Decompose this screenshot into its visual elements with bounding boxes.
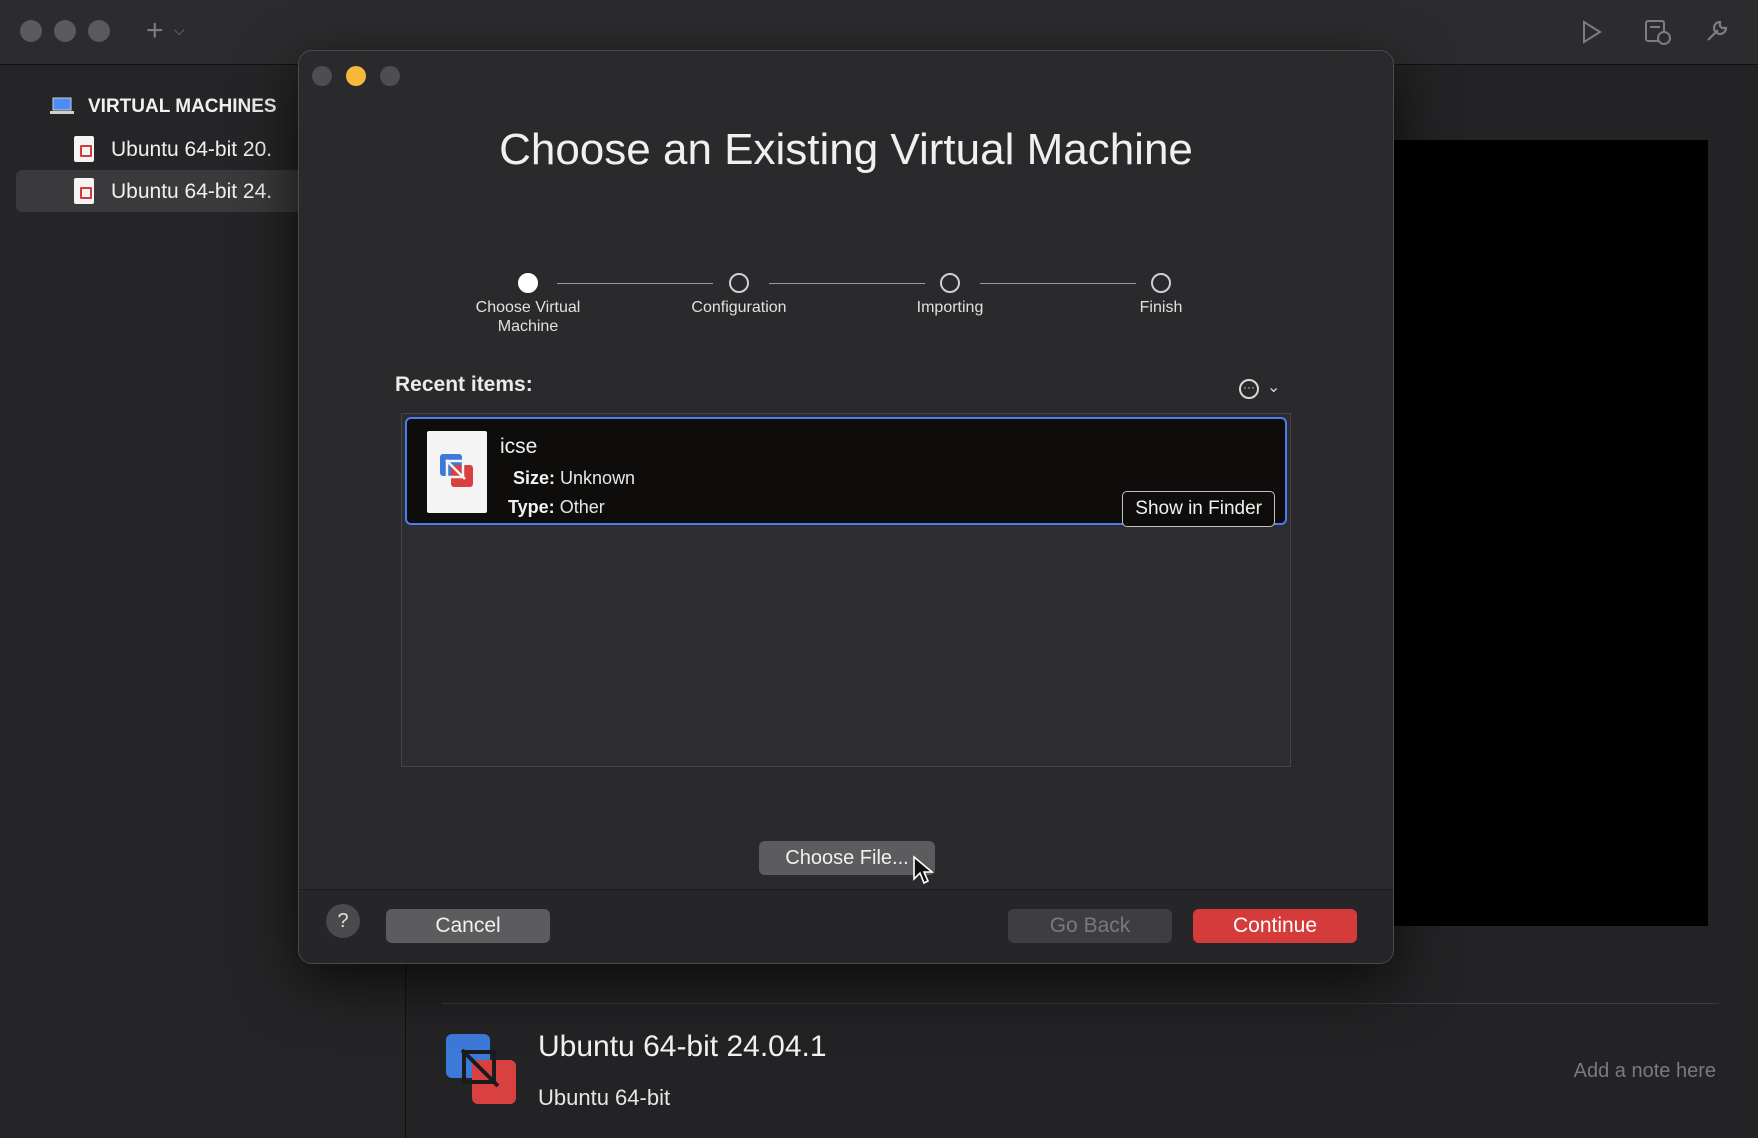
- item-name: icse: [500, 435, 538, 458]
- show-in-finder-button[interactable]: Show in Finder: [1122, 491, 1275, 527]
- zoom-button[interactable]: [88, 20, 110, 42]
- step-label-configuration: Configuration: [691, 299, 787, 316]
- step-dot-importing: [940, 273, 960, 293]
- list-item[interactable]: icse Size: Unknown Type: Other Show in F…: [405, 417, 1287, 527]
- sidebar-item-label: Ubuntu 64-bit 24.: [111, 180, 273, 203]
- play-icon[interactable]: [1582, 20, 1602, 44]
- sidebar-header: VIRTUAL MACHINES: [88, 96, 277, 117]
- vmware-logo-icon: [446, 1034, 516, 1104]
- step-label-importing: Importing: [916, 299, 984, 316]
- step-label-finish: Finish: [1139, 299, 1183, 316]
- choose-file-button[interactable]: Choose File...: [759, 841, 935, 875]
- type-value: Other: [559, 497, 605, 517]
- cancel-button[interactable]: Cancel: [386, 909, 550, 943]
- item-size: Size: Unknown: [513, 468, 635, 489]
- note-field[interactable]: Add a note here: [1574, 1060, 1716, 1083]
- mouse-cursor-icon: [913, 855, 934, 885]
- vm-file-icon: [74, 178, 94, 204]
- step-connector: [557, 283, 713, 284]
- vm-preview[interactable]: [1394, 140, 1708, 926]
- plus-icon[interactable]: +: [146, 14, 164, 48]
- more-options-icon[interactable]: ···: [1239, 379, 1259, 399]
- step-connector: [980, 283, 1136, 284]
- step-label-choose: Choose Virtual Machine: [475, 299, 581, 335]
- vm-file-icon: [74, 136, 94, 162]
- import-dialog: Choose an Existing Virtual Machine Choos…: [298, 50, 1394, 964]
- dialog-minimize-button[interactable]: [346, 66, 366, 86]
- snapshot-icon[interactable]: [1644, 18, 1672, 46]
- vm-subtitle: Ubuntu 64-bit: [538, 1085, 671, 1110]
- sidebar-item-label: Ubuntu 64-bit 20.: [111, 138, 273, 161]
- dialog-close-button[interactable]: [312, 66, 332, 86]
- close-button[interactable]: [20, 20, 42, 42]
- recent-items-label: Recent items:: [395, 373, 533, 396]
- wrench-icon[interactable]: [1704, 18, 1730, 44]
- dialog-zoom-button[interactable]: [380, 66, 400, 86]
- divider: [442, 1003, 1719, 1004]
- chevron-down-icon[interactable]: ⌄: [1267, 377, 1280, 397]
- size-key: Size:: [513, 468, 556, 488]
- type-key: Type:: [508, 497, 555, 517]
- item-type: Type: Other: [508, 497, 605, 518]
- chevron-down-icon[interactable]: ⌵: [174, 22, 185, 39]
- go-back-button[interactable]: Go Back: [1008, 909, 1172, 943]
- step-dot-finish: [1151, 273, 1171, 293]
- step-dot-configuration: [729, 273, 749, 293]
- help-button[interactable]: ?: [326, 904, 360, 938]
- recent-items-list[interactable]: icse Size: Unknown Type: Other Show in F…: [401, 413, 1291, 767]
- step-dot-choose: [518, 273, 538, 293]
- step-connector: [769, 283, 925, 284]
- vm-file-icon: [427, 431, 487, 513]
- size-value: Unknown: [560, 468, 636, 488]
- continue-button[interactable]: Continue: [1193, 909, 1357, 943]
- minimize-button[interactable]: [54, 20, 76, 42]
- laptop-icon: [50, 97, 74, 114]
- dialog-title: Choose an Existing Virtual Machine: [499, 125, 1193, 174]
- vm-title: Ubuntu 64-bit 24.04.1: [538, 1030, 827, 1063]
